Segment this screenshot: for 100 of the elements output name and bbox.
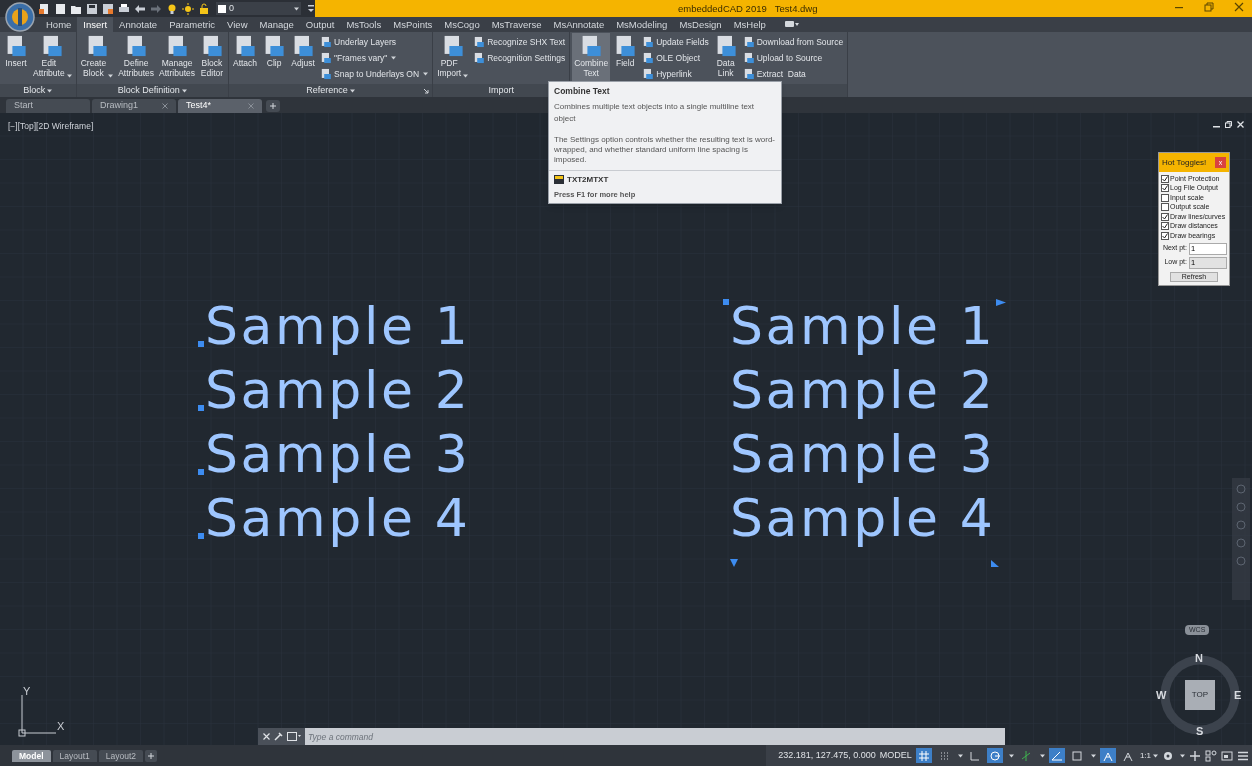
layout-tab[interactable]: Layout2 (98, 749, 144, 762)
ribbon-button[interactable]: Extract Data (742, 67, 844, 81)
viewport-controls[interactable]: [−][Top][2D Wireframe] (8, 120, 94, 133)
prompt-icon[interactable] (287, 732, 301, 741)
grip-icon[interactable] (198, 469, 204, 475)
ribbon-button[interactable]: Underlay Layers (320, 35, 429, 49)
space-button[interactable]: MODEL (879, 748, 912, 763)
ribbon-button[interactable]: Adjust (289, 33, 318, 84)
ribbon-tab[interactable]: MsPoints (387, 17, 439, 32)
ribbon-button[interactable]: Download from Source (742, 35, 844, 49)
ribbon-tab[interactable]: Home (40, 17, 78, 32)
ribbon-tab[interactable]: MsDesign (673, 17, 728, 32)
ribbon-button[interactable]: OLE Object (642, 51, 709, 65)
compass-label[interactable]: W (1156, 687, 1167, 704)
ribbon-tab[interactable]: Manage (253, 17, 300, 32)
ribbon-button[interactable]: Hyperlink (642, 67, 709, 81)
restore-icon[interactable] (1225, 121, 1232, 128)
dialog-launcher-icon[interactable] (423, 88, 430, 94)
checkbox[interactable] (1161, 212, 1169, 221)
grip-icon[interactable] (198, 533, 204, 539)
ribbon-tab[interactable]: Insert (77, 17, 114, 32)
status-toggle[interactable] (915, 748, 932, 763)
ribbon-tab[interactable]: MsModeling (610, 17, 674, 32)
ribbon-tab[interactable]: MsTools (340, 17, 388, 32)
ribbon-button[interactable]: Recognize SHX Text (473, 35, 566, 49)
document-icon (642, 52, 655, 64)
ribbon-tab[interactable]: View (221, 17, 254, 32)
sun-icon[interactable] (182, 2, 194, 15)
screen-icon[interactable] (1221, 749, 1233, 762)
lock-icon[interactable] (198, 2, 210, 15)
arrow-grip-icon[interactable] (730, 559, 738, 567)
panel-title[interactable]: Block (23, 83, 53, 98)
new-file-icon[interactable] (38, 2, 50, 15)
command-input[interactable]: Type a command (305, 728, 1005, 745)
ribbon-tab[interactable]: MsTraverse (485, 17, 548, 32)
ribbon-button[interactable]: PDF Import (435, 33, 471, 84)
plus-icon[interactable] (1189, 749, 1201, 762)
units-icon[interactable] (1205, 749, 1217, 762)
status-toggle[interactable] (1048, 748, 1065, 763)
customize-menu-icon[interactable] (307, 3, 315, 14)
checkbox[interactable] (1161, 193, 1169, 202)
save-icon[interactable] (86, 2, 98, 15)
annotation-scale[interactable]: 1:1 (1139, 749, 1158, 762)
ribbon-tab[interactable]: MsHelp (727, 17, 772, 32)
ribbon-tab[interactable]: MsAnnotate (547, 17, 611, 32)
status-toggle[interactable] (986, 748, 1003, 763)
print-icon[interactable] (118, 2, 130, 15)
document-tab[interactable]: Start (6, 99, 90, 113)
arrow-grip-icon[interactable] (996, 299, 1007, 306)
menu-icon[interactable] (1237, 749, 1249, 762)
grip-icon[interactable] (198, 405, 204, 411)
viewcube-face[interactable]: TOP (1185, 680, 1215, 710)
checkbox[interactable] (1161, 174, 1169, 183)
plus-icon[interactable] (266, 100, 280, 112)
lightbulb-icon[interactable] (166, 2, 178, 15)
arrow-grip-icon[interactable] (991, 560, 1000, 567)
ribbon-button[interactable]: Insert (2, 33, 30, 84)
document-tab[interactable]: Test4* (178, 99, 262, 113)
ribbon-button[interactable]: "Frames vary" (320, 51, 429, 65)
ribbon-button[interactable]: Combine Text (572, 33, 611, 84)
grip-icon[interactable] (723, 299, 729, 305)
ribbon-button[interactable]: Recognition Settings (473, 51, 566, 65)
file-icon[interactable] (54, 2, 66, 15)
plus-icon[interactable] (145, 749, 158, 762)
compass-label[interactable]: E (1234, 687, 1242, 704)
ribbon-button[interactable]: Upload to Source (742, 51, 844, 65)
ribbon-button[interactable]: Clip (260, 33, 289, 84)
checkbox[interactable] (1161, 184, 1169, 193)
layout-tab[interactable]: Layout1 (52, 749, 97, 762)
ribbon-tab[interactable]: Output (299, 17, 341, 32)
document-tab[interactable]: Drawing1 (92, 99, 176, 113)
status-toggle[interactable] (1099, 748, 1116, 763)
grip-icon[interactable] (198, 341, 204, 347)
ribbon-button[interactable]: Define Attributes (116, 33, 157, 84)
checkbox[interactable] (1161, 231, 1169, 240)
save-as-icon[interactable] (102, 2, 114, 15)
ribbon-button[interactable]: Snap to Underlays ON (320, 67, 429, 81)
checkbox[interactable] (1161, 203, 1169, 212)
ribbon-button[interactable]: Update Fields (642, 35, 709, 49)
checkbox[interactable] (1161, 222, 1169, 231)
panel-title[interactable]: Reference (306, 83, 355, 98)
compass-label[interactable]: S (1196, 723, 1204, 740)
gear-icon[interactable] (1162, 749, 1174, 762)
ribbon-tab[interactable]: Parametric (163, 17, 222, 32)
ribbon-button[interactable]: Edit Attribute (31, 33, 74, 84)
close-icon[interactable] (1234, 2, 1244, 12)
ribbon-button[interactable]: Manage Attributes (157, 33, 197, 84)
layer-dropdown[interactable]: 0 (216, 2, 301, 15)
ribbon-button[interactable]: Block Editor (197, 33, 226, 84)
ribbon-tab[interactable]: Annotate (113, 17, 164, 32)
ribbon-tab[interactable]: MsCogo (438, 17, 486, 32)
camera-icon[interactable] (783, 19, 800, 29)
wrench-icon[interactable] (274, 732, 283, 741)
compass-ring-icon[interactable] (1158, 653, 1242, 737)
panel-title[interactable]: Import (488, 83, 514, 98)
ribbon-button[interactable]: Attach (230, 33, 260, 84)
ribbon-button[interactable]: Create Block (78, 33, 116, 84)
panel-title[interactable]: Block Definition (117, 83, 187, 98)
corner-icon (968, 749, 981, 762)
compass-label[interactable]: N (1195, 650, 1203, 667)
